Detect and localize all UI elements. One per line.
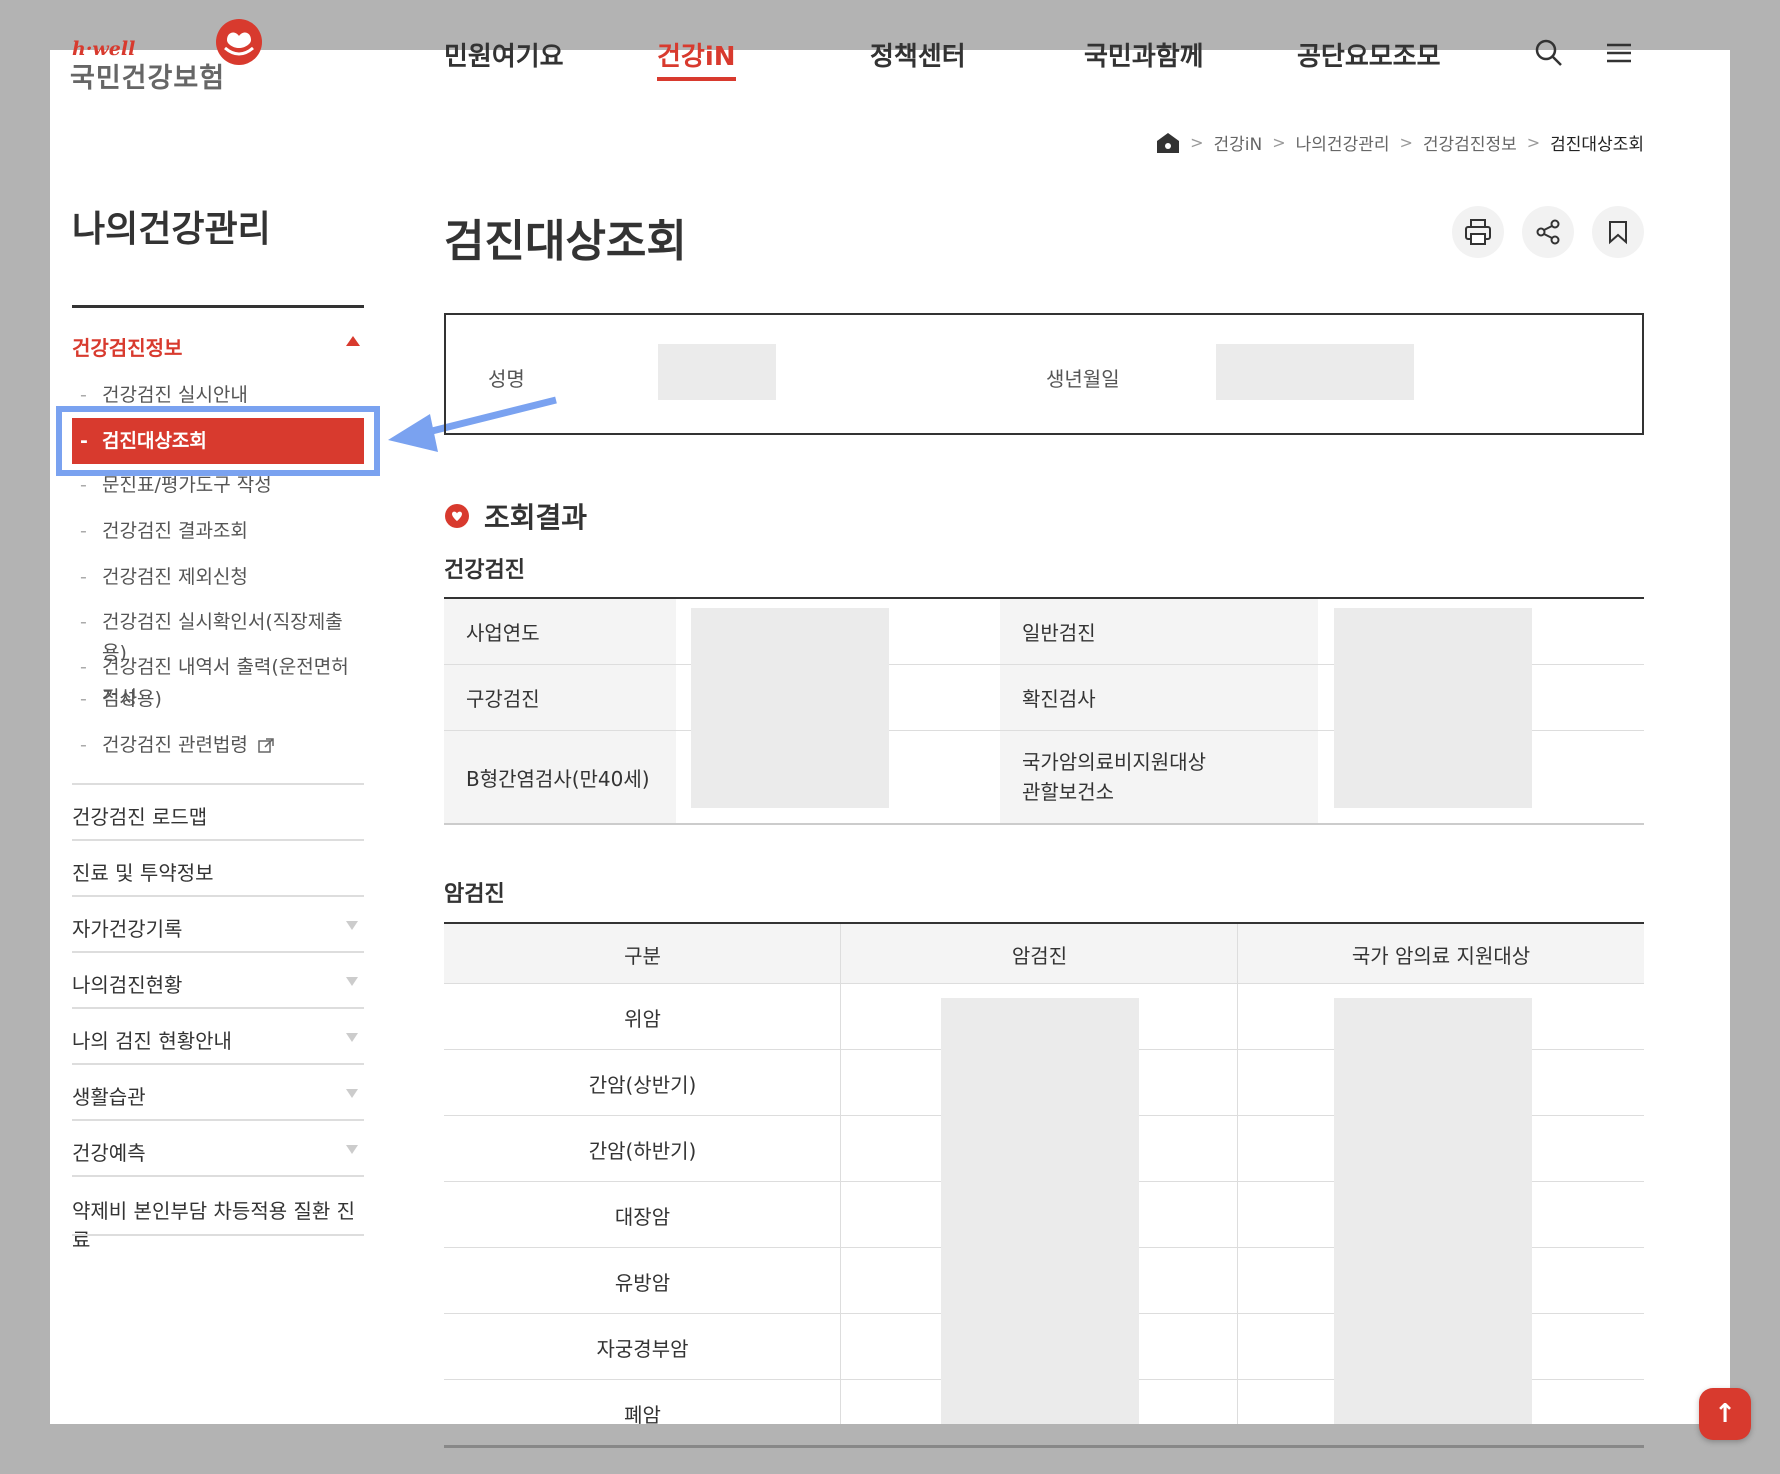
result-heading: 조회결과: [444, 496, 587, 536]
screen-backdrop: [0, 1424, 1780, 1474]
menu-icon[interactable]: [1604, 38, 1634, 68]
home-icon[interactable]: [1156, 132, 1180, 154]
highlight-box: [56, 406, 380, 476]
masked-value-column: [1334, 998, 1532, 1436]
breadcrumb-item[interactable]: 건강iN: [1214, 130, 1263, 155]
sidebar-title: 나의건강관리: [72, 209, 271, 250]
sidebar-sub-item-label: 건강검진 관련법령: [102, 734, 248, 756]
sidebar-item-my-check-guide[interactable]: 나의 검진 현황안내: [72, 1007, 364, 1063]
caret-down-icon: [346, 1145, 358, 1154]
breadcrumb-current: 검진대상조회: [1550, 135, 1644, 155]
chevron-right-icon: >: [1399, 133, 1413, 152]
result-title: 조회결과: [484, 501, 588, 534]
cancer-type: 위암: [624, 1006, 661, 1031]
chevron-right-icon: >: [1526, 133, 1541, 152]
birth-value-masked: [1216, 344, 1414, 400]
sidebar-item-my-check-status[interactable]: 나의검진현황: [72, 951, 364, 1007]
gnb-policy[interactable]: 정책센터: [870, 36, 966, 73]
sidebar-divider: [72, 1234, 364, 1236]
caret-down-icon: [346, 921, 358, 930]
caret-up-icon: [346, 336, 360, 346]
print-button[interactable]: [1452, 206, 1504, 258]
table-column-header: 암검진: [1011, 943, 1068, 968]
scroll-top-button[interactable]: ↑: [1699, 1388, 1751, 1440]
column-divider: [840, 924, 841, 1446]
name-label: 성명: [488, 367, 525, 391]
cancer-type: 유방암: [614, 1270, 671, 1295]
sidebar-item-roadmap[interactable]: 건강검진 로드맵: [72, 783, 364, 839]
name-value-masked: [658, 344, 776, 400]
page-title: 검진대상조회: [444, 216, 687, 267]
chevron-right-icon: >: [1190, 133, 1204, 152]
masked-value-column: [691, 608, 889, 808]
cancer-check-title: 암검진: [444, 882, 505, 907]
caret-down-icon: [346, 1089, 358, 1098]
birth-label: 생년월일: [1046, 367, 1120, 391]
cancer-type: 간암(상반기): [588, 1072, 697, 1097]
gnb-corporation[interactable]: 공단요모조모: [1297, 36, 1441, 73]
sidebar-item-label: 건강예측: [72, 1141, 146, 1165]
masked-value-column: [1334, 608, 1532, 808]
cancer-type: 간암(하반기): [588, 1138, 697, 1163]
gnb-minwon[interactable]: 민원여기요: [444, 36, 564, 73]
table-header-cell: 확진검사: [1000, 665, 1318, 730]
table-header-line: 관할보건소: [1022, 780, 1114, 804]
sidebar-item-self-record[interactable]: 자가건강기록: [72, 895, 364, 951]
masked-value-column: [941, 998, 1139, 1436]
print-icon: [1465, 219, 1491, 245]
cancer-table-header: 구분 암검진 국가 암의료 지원대상: [444, 924, 1644, 984]
heart-icon: [445, 504, 469, 528]
share-icon: [1536, 219, 1560, 245]
sidebar-item-label: 진료 및 투약정보: [72, 861, 214, 885]
sidebar-sub-item[interactable]: 건강검진 결과조회: [72, 516, 364, 547]
table-header-cell: 일반검진: [1000, 599, 1318, 664]
breadcrumb-item[interactable]: 나의건강관리: [1296, 130, 1390, 155]
breadcrumb-item[interactable]: 건강검진정보: [1423, 130, 1517, 155]
table-header-cell: B형간염검사(만40세): [444, 731, 676, 823]
search-icon[interactable]: [1534, 38, 1564, 68]
gnb-health-in[interactable]: 건강iN: [657, 36, 736, 81]
sidebar-item-label: 자가건강기록: [72, 917, 183, 941]
column-divider: [1237, 924, 1238, 1446]
table-header-line: 국가암의료비지원대상: [1022, 750, 1206, 774]
sidebar-item-treatment[interactable]: 진료 및 투약정보: [72, 839, 364, 895]
table-header-cell: 사업연도: [444, 599, 676, 664]
sidebar-item-health-forecast[interactable]: 건강예측: [72, 1119, 364, 1175]
bookmark-icon: [1609, 221, 1627, 245]
cancer-type: 자궁경부암: [596, 1336, 689, 1361]
external-link-icon: [258, 737, 274, 753]
table-bottom-line: [444, 1445, 1644, 1448]
table-header-cell: 국가암의료비지원대상 관할보건소: [1000, 731, 1318, 823]
global-nav: 민원여기요 건강iN 정책센터 국민과함께 공단요모조모: [0, 36, 1780, 81]
sidebar-item-lifestyle[interactable]: 생활습관: [72, 1063, 364, 1119]
gnb-with-people[interactable]: 국민과함께: [1084, 36, 1204, 73]
sidebar-group-label: 건강검진정보: [72, 336, 183, 360]
sidebar-sub-item-law[interactable]: 건강검진 관련법령: [72, 730, 364, 761]
bookmark-button[interactable]: [1592, 206, 1644, 258]
table-column-header: 구분: [624, 943, 661, 968]
sidebar-item-label: 건강검진 로드맵: [72, 805, 208, 829]
sidebar-item-drug-cost[interactable]: 약제비 본인부담 차등적용 질환 진료: [72, 1175, 364, 1252]
sidebar-item-label: 생활습관: [72, 1085, 146, 1109]
user-info-box: 성명 생년월일: [444, 313, 1644, 435]
sidebar-item-label: 나의검진현황: [72, 973, 183, 997]
table-column-header: 국가 암의료 지원대상: [1351, 943, 1531, 968]
caret-down-icon: [346, 977, 358, 986]
sidebar-item-label: 나의 검진 현황안내: [72, 1029, 232, 1053]
health-check-title: 건강검진: [444, 558, 525, 583]
share-button[interactable]: [1522, 206, 1574, 258]
sidebar-sub-item[interactable]: 건강검진 제외신청: [72, 562, 364, 593]
sidebar-divider: [72, 305, 364, 308]
cancer-type: 대장암: [614, 1204, 671, 1229]
sidebar-sub-item-cont[interactable]: 검사용): [72, 684, 364, 715]
chevron-right-icon: >: [1272, 133, 1286, 152]
breadcrumb: > 건강iN > 나의건강관리 > 건강검진정보 > 검진대상조회: [1156, 130, 1644, 155]
caret-down-icon: [346, 1033, 358, 1042]
table-header-cell: 구강검진: [444, 665, 676, 730]
sidebar-group-health-check[interactable]: 건강검진정보: [72, 332, 364, 361]
arrow-up-icon: ↑: [1714, 1399, 1736, 1429]
